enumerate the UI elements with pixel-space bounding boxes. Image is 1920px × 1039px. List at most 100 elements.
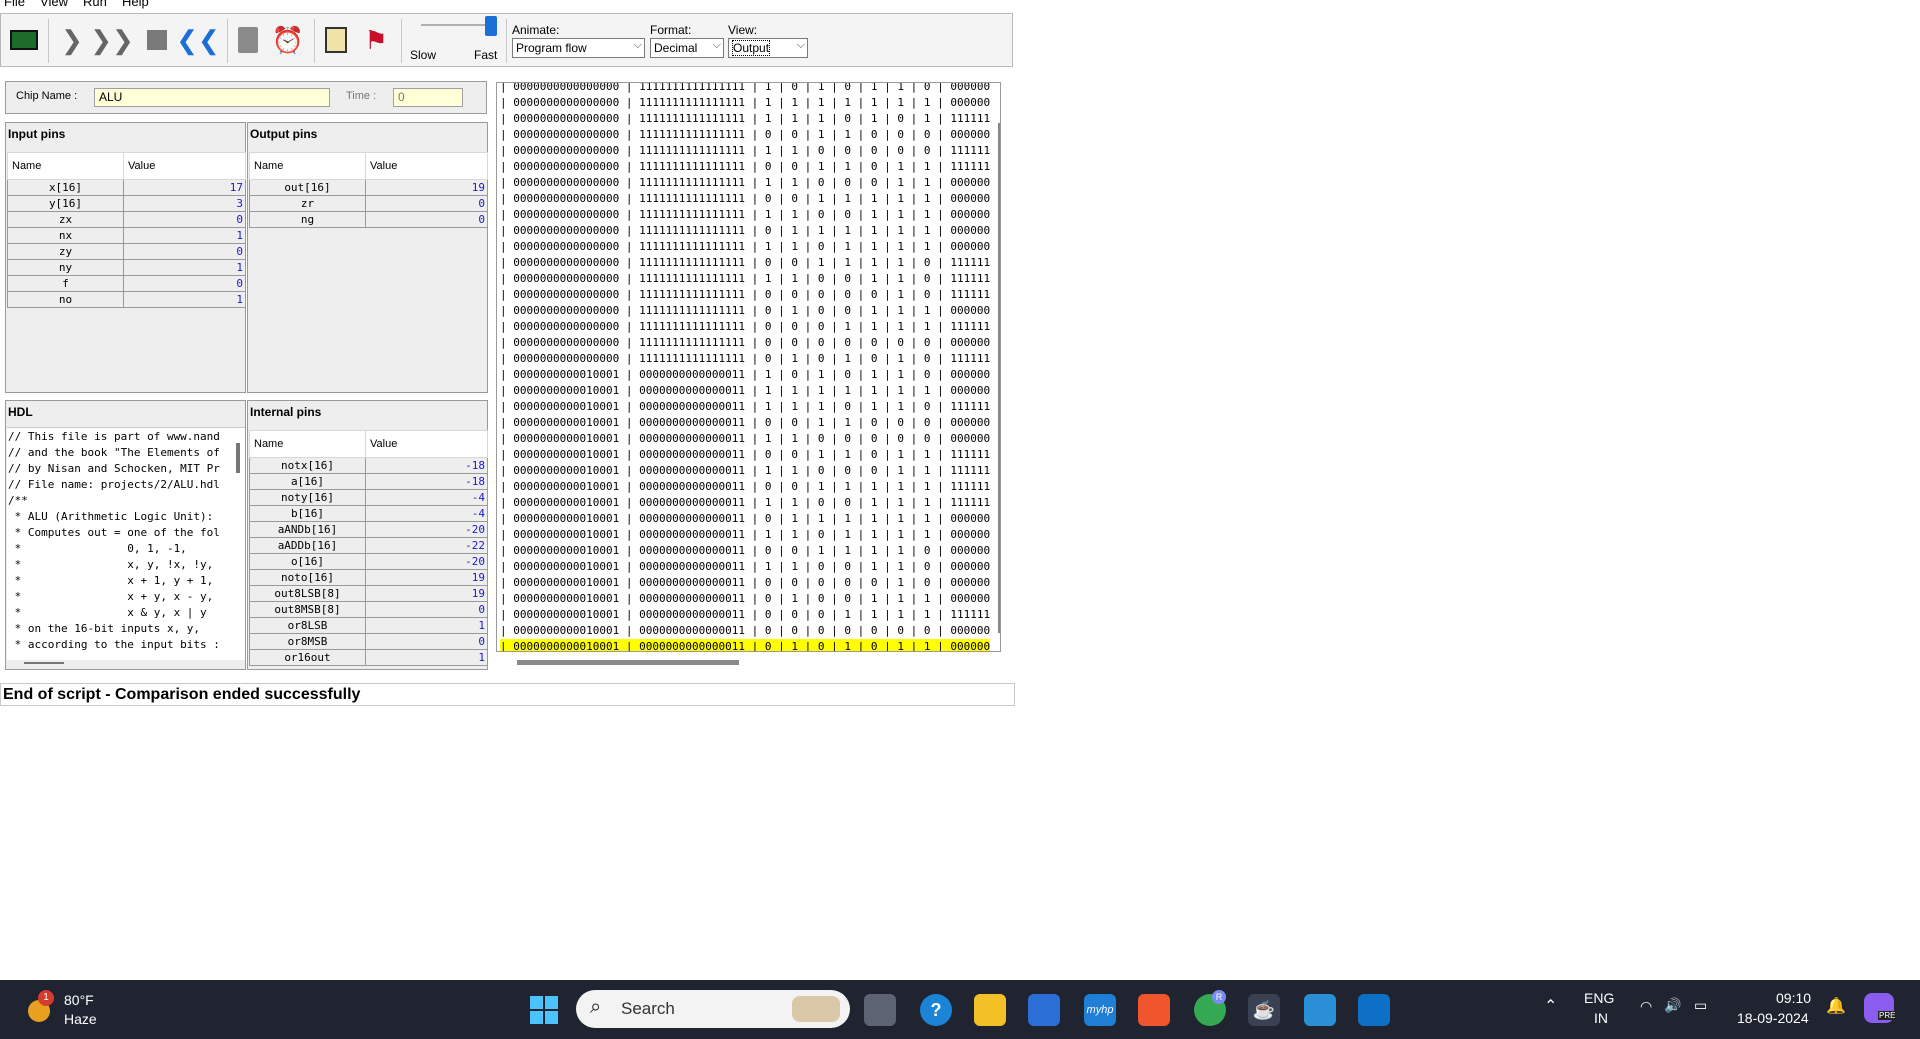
chip-name-label: Chip Name : <box>16 90 78 102</box>
search-icon: ⌕ <box>590 996 602 1018</box>
pin-value[interactable]: -20 <box>365 553 488 570</box>
output-row: | 0000000000000000 | 1111111111111111 | … <box>500 224 990 237</box>
view-select[interactable]: Output ⌵ <box>728 38 808 58</box>
pin-value[interactable]: 0 <box>365 211 488 228</box>
clock-time[interactable]: 09:10 <box>1776 990 1811 1006</box>
pin-name: out[16] <box>249 179 366 196</box>
clock-date[interactable]: 18-09-2024 <box>1737 1010 1809 1026</box>
output-row: | 0000000000010001 | 0000000000000011 | … <box>500 576 990 589</box>
output-pins-panel: Output pins Name Value out[16] 19 zr 0 ng 0 <box>247 122 488 393</box>
output-horizontal-scroll-thumb[interactable] <box>517 660 739 665</box>
reset-button[interactable]: ❮❮ <box>176 23 220 57</box>
speed-slider[interactable] <box>421 24 491 26</box>
pin-value[interactable]: 0 <box>123 275 246 292</box>
language-line2[interactable]: IN <box>1594 1010 1608 1026</box>
run-button[interactable]: ❯❯ <box>90 23 134 57</box>
pin-value[interactable]: -22 <box>365 537 488 554</box>
stop-button[interactable] <box>140 23 174 57</box>
pin-value[interactable]: 17 <box>123 179 246 196</box>
pin-value[interactable]: 1 <box>365 617 488 634</box>
output-row: | 0000000000000000 | 1111111111111111 | … <box>500 128 990 141</box>
pin-value[interactable]: -18 <box>365 473 488 490</box>
output-row: | 0000000000010001 | 0000000000000011 | … <box>500 400 990 413</box>
pin-value[interactable]: 0 <box>123 243 246 260</box>
menu-view[interactable]: View <box>40 0 68 9</box>
clock-button[interactable]: ⏰ <box>271 23 305 57</box>
pin-value[interactable]: 1 <box>123 227 246 244</box>
pin-row: out8LSB[8] 19 <box>249 585 488 602</box>
script-button[interactable] <box>319 23 353 57</box>
output-row: | 0000000000010001 | 0000000000000011 | … <box>500 592 990 605</box>
chrome-icon[interactable]: R <box>1194 990 1226 1026</box>
pin-name: or8MSB <box>249 633 366 650</box>
pin-value[interactable]: 3 <box>123 195 246 212</box>
weather-badge: 1 <box>38 990 54 1006</box>
eval-button[interactable] <box>231 23 265 57</box>
pin-value[interactable]: -18 <box>365 457 488 474</box>
col-value-header: Value <box>123 152 246 180</box>
time-field[interactable]: 0 <box>393 88 463 107</box>
pin-value[interactable]: 19 <box>365 569 488 586</box>
output-row: | 0000000000000000 | 1111111111111111 | … <box>500 192 990 205</box>
pin-value[interactable]: 0 <box>365 633 488 650</box>
microsoft-store-icon[interactable] <box>1028 994 1060 1026</box>
output-vertical-scrollbar[interactable] <box>998 123 1000 633</box>
pin-row: x[16] 17 <box>7 179 246 196</box>
pin-value[interactable]: 0 <box>365 195 488 212</box>
menu-file[interactable]: File <box>4 0 25 9</box>
pin-value[interactable]: 19 <box>365 179 488 196</box>
pin-row: zy 0 <box>7 243 246 260</box>
chevron-up-icon[interactable]: ⌃ <box>1544 996 1557 1016</box>
pin-value[interactable]: -4 <box>365 489 488 506</box>
menu-help[interactable]: Help <box>122 0 149 9</box>
menu-run[interactable]: Run <box>83 0 107 9</box>
hdl-line: // File name: projects/2/ALU.hdl <box>8 478 220 491</box>
notepad-icon[interactable] <box>1304 994 1336 1026</box>
pin-value[interactable]: 1 <box>123 259 246 276</box>
pin-value[interactable]: -4 <box>365 505 488 522</box>
hdl-horizontal-scrollbar[interactable] <box>24 662 64 664</box>
start-button[interactable] <box>528 994 560 1026</box>
single-step-button[interactable]: ❯ <box>55 23 89 57</box>
output-row: | 0000000000010001 | 0000000000000011 | … <box>500 544 990 557</box>
task-view-icon[interactable] <box>864 994 896 1026</box>
hdl-line: * according to the input bits : <box>8 638 220 651</box>
pin-row: ny 1 <box>7 259 246 276</box>
pin-value[interactable]: -20 <box>365 521 488 538</box>
language-line1[interactable]: ENG <box>1584 990 1614 1006</box>
chevron-down-icon: ⌵ <box>633 39 642 51</box>
animate-select[interactable]: Program flow ⌵ <box>512 38 645 58</box>
breakpoints-button[interactable]: ⚑ <box>359 23 393 57</box>
pin-value[interactable]: 1 <box>123 291 246 308</box>
hdl-vertical-scrollbar[interactable] <box>236 443 240 473</box>
output-row: | 0000000000000000 | 1111111111111111 | … <box>500 288 990 301</box>
battery-icon[interactable]: ▭ <box>1694 997 1707 1014</box>
weather-widget[interactable]: 1 80°F Haze <box>18 990 118 1032</box>
menu-bar: File View Run Help <box>0 0 1920 10</box>
calculator-icon <box>238 27 258 53</box>
volume-icon[interactable]: 🔊 <box>1664 997 1681 1014</box>
speed-slider-thumb[interactable] <box>485 16 497 36</box>
notification-bell-icon[interactable]: 🔔 <box>1826 996 1846 1016</box>
copilot-icon[interactable]: PRE <box>1864 993 1897 1023</box>
output-row: | 0000000000010001 | 0000000000000011 | … <box>500 496 990 509</box>
taskbar-search[interactable]: ⌕ Search <box>576 990 850 1028</box>
file-explorer-icon[interactable] <box>974 994 1006 1026</box>
pin-value[interactable]: 19 <box>365 585 488 602</box>
java-app-icon[interactable]: ☕ <box>1248 994 1280 1026</box>
pin-row: f0 <box>7 275 246 292</box>
output-row: | 0000000000010001 | 0000000000000011 | … <box>500 416 990 429</box>
pin-value[interactable]: 0 <box>123 211 246 228</box>
vscode-icon[interactable] <box>1358 994 1390 1026</box>
myhp-icon[interactable]: myhp <box>1084 994 1116 1026</box>
col-value-header: Value <box>365 430 488 458</box>
load-chip-button[interactable] <box>7 23 41 57</box>
format-select[interactable]: Decimal ⌵ <box>650 38 724 58</box>
chevron-down-icon: ⌵ <box>796 39 805 51</box>
pin-value[interactable]: 0 <box>365 601 488 618</box>
pin-value[interactable]: 1 <box>365 649 488 666</box>
wifi-icon[interactable]: ◠ <box>1640 998 1652 1015</box>
brave-browser-icon[interactable] <box>1138 994 1170 1026</box>
chip-name-field[interactable]: ALU <box>94 88 330 107</box>
help-app-icon[interactable]: ? <box>920 994 952 1026</box>
